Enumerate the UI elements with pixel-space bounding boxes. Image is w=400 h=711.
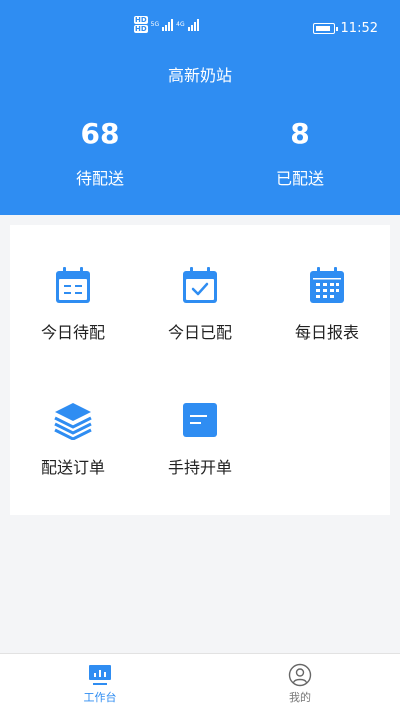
network-type: 4G xyxy=(176,20,185,28)
user-icon xyxy=(288,663,312,687)
calendar-list-icon xyxy=(56,267,90,303)
signal-icon xyxy=(187,18,199,31)
tab-label: 我的 xyxy=(289,691,311,704)
stat-pending[interactable]: 68 待配送 xyxy=(0,116,200,189)
signal-icon xyxy=(162,18,174,31)
menu-item-label: 手持开单 xyxy=(167,458,232,477)
header: HD HD 5G 4G 11:52 高新奶站 68 待配送 8 已配送 xyxy=(0,0,400,215)
calendar-check-icon xyxy=(183,267,217,303)
menu-item-label: 今日待配 xyxy=(40,323,105,342)
tab-workbench[interactable]: 工作台 xyxy=(0,654,200,711)
page-title: 高新奶站 xyxy=(167,66,232,85)
status-right: 11:52 xyxy=(312,21,378,36)
stat-label: 已配送 xyxy=(275,169,324,188)
signal-indicators: HD HD 5G 4G xyxy=(134,16,199,33)
bottom-tab-bar: 工作台 我的 xyxy=(0,653,400,711)
status-bar: HD HD 5G 4G 11:52 xyxy=(0,0,400,40)
tab-label: 工作台 xyxy=(83,691,117,704)
menu-card: 今日待配 今日已配 每日报表 配送订单 手持开单 xyxy=(10,225,390,515)
stat-label: 待配送 xyxy=(75,169,124,188)
menu-item-today-pending[interactable]: 今日待配 xyxy=(10,265,136,343)
stat-delivered[interactable]: 8 已配送 xyxy=(200,116,400,189)
menu-item-label: 今日已配 xyxy=(167,323,232,342)
stat-value: 8 xyxy=(290,117,310,150)
hd-badge: HD xyxy=(134,25,148,33)
menu-item-handheld-order[interactable]: 手持开单 xyxy=(137,400,263,478)
battery-icon xyxy=(312,23,338,34)
hd-badge: HD xyxy=(134,16,148,24)
menu-item-daily-report[interactable]: 每日报表 xyxy=(264,265,390,343)
calendar-grid-icon xyxy=(310,267,344,303)
menu-item-label: 每日报表 xyxy=(294,323,359,342)
tab-mine[interactable]: 我的 xyxy=(200,654,400,711)
workbench-icon xyxy=(89,665,111,685)
stat-value: 68 xyxy=(80,117,120,150)
layers-icon xyxy=(54,403,92,440)
document-icon xyxy=(183,403,217,437)
menu-item-label: 配送订单 xyxy=(40,458,105,477)
menu-item-delivery-orders[interactable]: 配送订单 xyxy=(10,400,136,478)
network-type: 5G xyxy=(150,20,160,28)
menu-item-today-delivered[interactable]: 今日已配 xyxy=(137,265,263,343)
clock: 11:52 xyxy=(340,21,378,36)
